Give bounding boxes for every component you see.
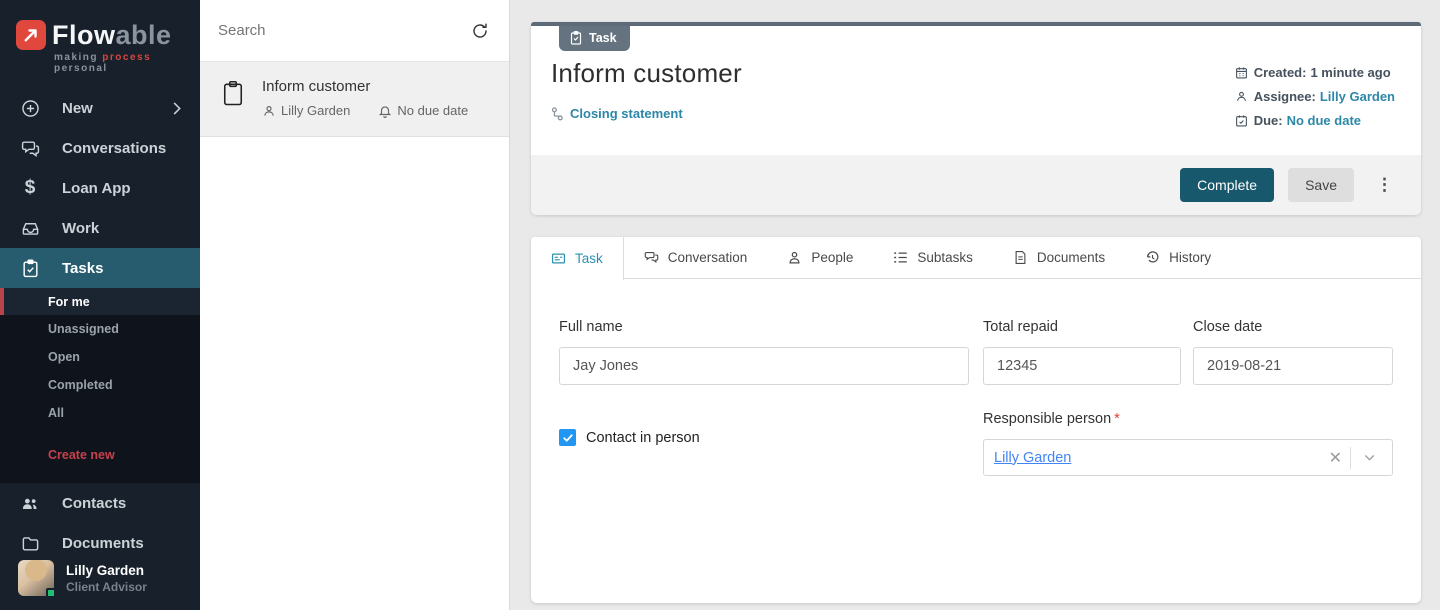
dollar-icon: $ [20, 178, 40, 198]
history-icon [1145, 250, 1160, 265]
sidebar-item-label: Loan App [62, 180, 186, 197]
sidebar-item-label: New [62, 100, 166, 117]
tab-bar: Task Conversation People [531, 237, 1421, 279]
refresh-icon[interactable] [469, 20, 491, 42]
sidebar-filter-open[interactable]: Open [0, 343, 200, 371]
task-metadata: Created: 1 minute ago Assignee: Lilly Ga… [1235, 58, 1395, 137]
create-new-link[interactable]: Create new [0, 441, 200, 469]
calendar-check-icon [1235, 114, 1248, 127]
task-detail-card: Task Conversation People [531, 237, 1421, 603]
sidebar-item-contacts[interactable]: Contacts [0, 483, 200, 523]
responsible-person-select[interactable]: Lilly Garden ✕ [983, 439, 1393, 476]
full-name-label: Full name [559, 319, 969, 335]
due-label: Due: [1254, 113, 1283, 128]
person-icon [787, 250, 802, 265]
contact-in-person-checkbox[interactable] [559, 429, 576, 446]
bell-icon [378, 104, 392, 118]
close-date-field[interactable] [1193, 347, 1393, 385]
chevron-right-icon [166, 98, 186, 118]
due-link[interactable]: No due date [1287, 113, 1361, 128]
tab-conversation[interactable]: Conversation [624, 237, 768, 278]
chat-bubbles-icon [20, 138, 40, 158]
sidebar-item-conversations[interactable]: Conversations [0, 128, 200, 168]
sidebar-item-work[interactable]: Work [0, 208, 200, 248]
sidebar-filter-for-me[interactable]: For me [0, 288, 200, 315]
profile-role: Client Advisor [66, 580, 147, 594]
sidebar-item-label: Conversations [62, 140, 186, 157]
clipboard-check-icon [570, 31, 582, 45]
sidebar-filter-all[interactable]: All [0, 399, 200, 427]
clear-selection-icon[interactable]: ✕ [1321, 448, 1350, 468]
action-bar: Complete Save ⋮ [531, 155, 1421, 215]
contacts-icon [20, 493, 40, 513]
brand-logo: Flowable making process personal [0, 0, 200, 88]
task-title: Inform customer [262, 78, 468, 95]
calendar-icon [1235, 66, 1248, 79]
more-options-icon[interactable]: ⋮ [1376, 178, 1393, 192]
task-assignee: Lilly Garden [281, 103, 350, 118]
task-due: No due date [397, 103, 468, 118]
brand-name: Flowable [52, 20, 172, 50]
responsible-person-value-link[interactable]: Lilly Garden [994, 450, 1071, 466]
sidebar-filter-completed[interactable]: Completed [0, 371, 200, 399]
contact-in-person-label: Contact in person [586, 430, 700, 446]
tasks-subnav: For me Unassigned Open Completed All Cre… [0, 288, 200, 483]
brand-tagline: making process personal [54, 52, 200, 74]
task-list-panel: Inform customer Lilly Garden No due date [200, 0, 510, 610]
clipboard-icon [222, 80, 246, 118]
sidebar-item-new[interactable]: New [0, 88, 200, 128]
sidebar-item-label: Tasks [62, 260, 186, 277]
task-type-badge: Task [559, 26, 630, 51]
task-form: Full name Contact in person Total repaid [531, 279, 1421, 476]
tab-people[interactable]: People [767, 237, 873, 278]
sidebar-item-loan-app[interactable]: $ Loan App [0, 168, 200, 208]
sidebar-item-label: Contacts [62, 495, 186, 512]
chevron-down-icon[interactable] [1351, 451, 1382, 464]
main-content: Task Inform customer Closing statement [510, 0, 1440, 610]
close-date-label: Close date [1193, 319, 1393, 335]
required-asterisk: * [1114, 411, 1120, 427]
flowable-logo-icon [16, 20, 46, 50]
page-title: Inform customer [551, 58, 742, 89]
inbox-icon [20, 218, 40, 238]
app-window: Flowable making process personal New Con… [0, 0, 1440, 610]
case-link[interactable]: Closing statement [570, 106, 683, 121]
assignee-label: Assignee: [1254, 89, 1316, 104]
checklist-icon [893, 250, 908, 265]
responsible-person-label: Responsible person* [983, 411, 1393, 427]
sidebar: Flowable making process personal New Con… [0, 0, 200, 610]
tab-history[interactable]: History [1125, 237, 1231, 278]
process-branch-icon [551, 107, 563, 121]
profile-name: Lilly Garden [66, 563, 147, 578]
tab-task[interactable]: Task [531, 237, 624, 280]
complete-button[interactable]: Complete [1180, 168, 1274, 202]
tab-subtasks[interactable]: Subtasks [873, 237, 993, 278]
person-icon [1235, 90, 1248, 103]
form-icon [551, 251, 566, 266]
online-status-badge [46, 588, 56, 598]
search-bar [200, 0, 509, 62]
task-list-item[interactable]: Inform customer Lilly Garden No due date [200, 62, 509, 137]
chat-bubbles-icon [644, 250, 659, 265]
plus-circle-icon [20, 98, 40, 118]
person-icon [262, 104, 276, 118]
save-button[interactable]: Save [1288, 168, 1354, 202]
sidebar-filter-unassigned[interactable]: Unassigned [0, 315, 200, 343]
created-value: 1 minute ago [1310, 65, 1390, 80]
full-name-field[interactable] [559, 347, 969, 385]
sidebar-item-label: Work [62, 220, 186, 237]
total-repaid-field[interactable] [983, 347, 1181, 385]
task-header-card: Task Inform customer Closing statement [531, 22, 1421, 215]
search-input[interactable] [218, 22, 469, 39]
document-icon [1013, 250, 1028, 265]
sidebar-item-tasks[interactable]: Tasks [0, 248, 200, 288]
assignee-link[interactable]: Lilly Garden [1320, 89, 1395, 104]
user-profile[interactable]: Lilly Garden Client Advisor [0, 548, 200, 610]
created-label: Created: [1254, 65, 1307, 80]
tab-documents[interactable]: Documents [993, 237, 1125, 278]
avatar [18, 560, 54, 596]
total-repaid-label: Total repaid [983, 319, 1181, 335]
clipboard-check-icon [20, 258, 40, 278]
